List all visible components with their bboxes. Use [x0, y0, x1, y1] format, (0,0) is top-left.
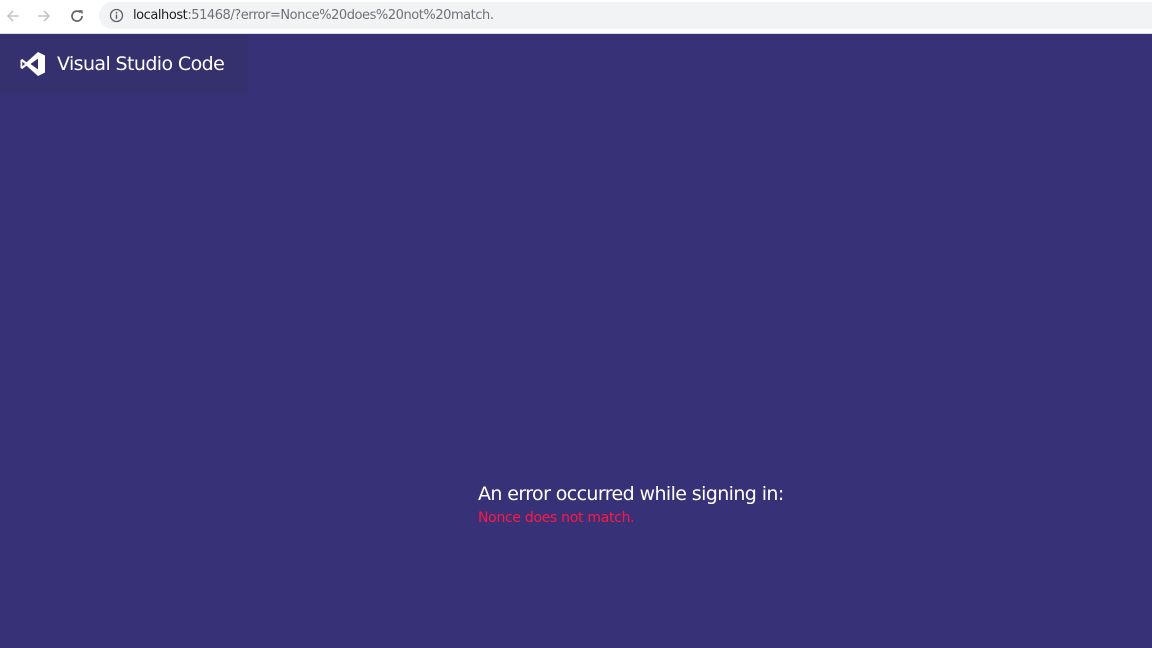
error-heading: An error occurred while signing in:: [478, 483, 784, 505]
page-header: Visual Studio Code: [0, 34, 248, 93]
address-bar[interactable]: localhost:51468/?error=Nonce%20does%20no…: [99, 2, 1152, 29]
reload-button[interactable]: [66, 5, 88, 27]
page-content: Visual Studio Code An error occurred whi…: [0, 34, 1152, 648]
forward-button[interactable]: [33, 5, 55, 27]
url-text[interactable]: localhost:51468/?error=Nonce%20does%20no…: [133, 7, 494, 24]
visual-studio-code-logo-icon: [20, 52, 45, 76]
app-title: Visual Studio Code: [57, 53, 225, 75]
url-path-query: :51468/?error=Nonce%20does%20not%20match…: [187, 8, 494, 23]
url-host: localhost: [133, 8, 188, 23]
back-button[interactable]: [2, 5, 24, 27]
browser-toolbar: localhost:51468/?error=Nonce%20does%20no…: [0, 0, 1152, 34]
arrow-right-icon: [38, 10, 51, 22]
reload-icon: [71, 10, 83, 22]
error-message: Nonce does not match.: [478, 510, 635, 526]
info-circle-icon[interactable]: [109, 8, 124, 23]
arrow-left-icon: [6, 10, 19, 22]
